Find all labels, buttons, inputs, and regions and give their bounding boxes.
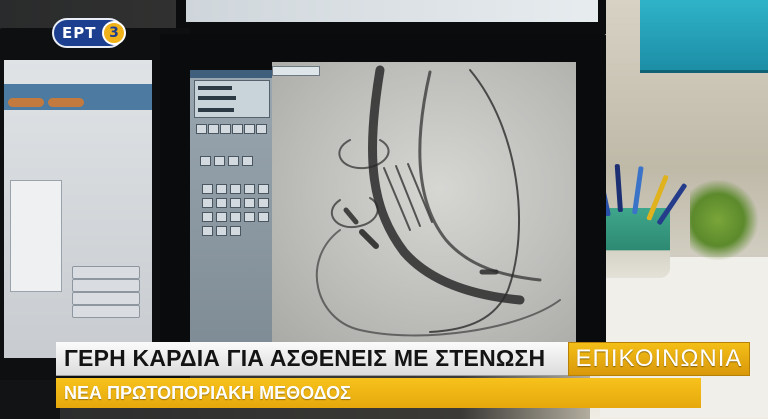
tool-icon: [258, 184, 269, 194]
left-monitor-table: [10, 180, 62, 292]
tool-icon: [216, 184, 227, 194]
info-line: [198, 86, 232, 90]
show-brand-box: ΕΠΙΚΟΙΝΩΝΙΑ: [568, 342, 750, 376]
tool-icon: [244, 198, 255, 208]
plant: [690, 180, 760, 260]
subheadline-bar: ΝΕΑ ΠΡΩΤΟΠΟΡΙΑΚΗ ΜΕΘΟΔΟΣ: [56, 378, 701, 408]
tool-icon: [196, 124, 207, 134]
image-tab: [272, 66, 320, 76]
tool-icon: [216, 212, 227, 222]
medical-equipment: [640, 0, 768, 73]
tool-icon: [230, 198, 241, 208]
tool-icon: [228, 156, 239, 166]
headline-bar: ΓΕΡΗ ΚΑΡΔΙΑ ΓΙΑ ΑΣΘΕΝΕΙΣ ΜΕ ΣΤΕΝΩΣΗ: [56, 342, 568, 376]
tool-icon: [216, 226, 227, 236]
info-line: [198, 108, 234, 112]
tool-icon: [230, 212, 241, 222]
left-monitor-button: [72, 266, 140, 279]
tool-icon: [202, 226, 213, 236]
keyboard: [0, 380, 60, 419]
imaging-panel-header: [190, 70, 272, 78]
tool-icon: [202, 198, 213, 208]
tool-icon: [256, 124, 267, 134]
subheadline-text: ΝΕΑ ΠΡΩΤΟΠΟΡΙΑΚΗ ΜΕΘΟΔΟΣ: [64, 382, 351, 403]
tool-icon: [208, 124, 219, 134]
left-monitor-button: [72, 305, 140, 318]
tool-icon: [220, 124, 231, 134]
headline-text: ΓΕΡΗ ΚΑΡΔΙΑ ΓΙΑ ΑΣΘΕΝΕΙΣ ΜΕ ΣΤΕΝΩΣΗ: [64, 345, 546, 371]
left-monitor-button: [72, 279, 140, 292]
top-monitor-screen: [186, 0, 598, 22]
show-brand-text: ΕΠΙΚΟΙΝΩΝΙΑ: [575, 345, 743, 372]
info-line: [198, 96, 236, 100]
channel-number-badge: 3: [102, 21, 126, 45]
channel-logo-text: ΕΡΤ: [62, 24, 97, 42]
tool-icon: [232, 124, 243, 134]
tool-icon: [244, 212, 255, 222]
tool-icon: [202, 184, 213, 194]
tool-icon: [216, 198, 227, 208]
channel-logo: ΕΡΤ 3: [52, 18, 126, 48]
left-monitor-tab: [48, 98, 84, 107]
left-monitor-button: [72, 292, 140, 305]
tool-icon: [214, 156, 225, 166]
tool-icon: [244, 124, 255, 134]
tool-icon: [202, 212, 213, 222]
left-monitor-tab: [8, 98, 44, 107]
tool-icon: [230, 226, 241, 236]
angiography-image: [272, 62, 576, 344]
tool-icon: [230, 184, 241, 194]
tool-icon: [258, 198, 269, 208]
tool-icon: [244, 184, 255, 194]
tool-icon: [242, 156, 253, 166]
tool-icon: [200, 156, 211, 166]
tool-icon: [258, 212, 269, 222]
